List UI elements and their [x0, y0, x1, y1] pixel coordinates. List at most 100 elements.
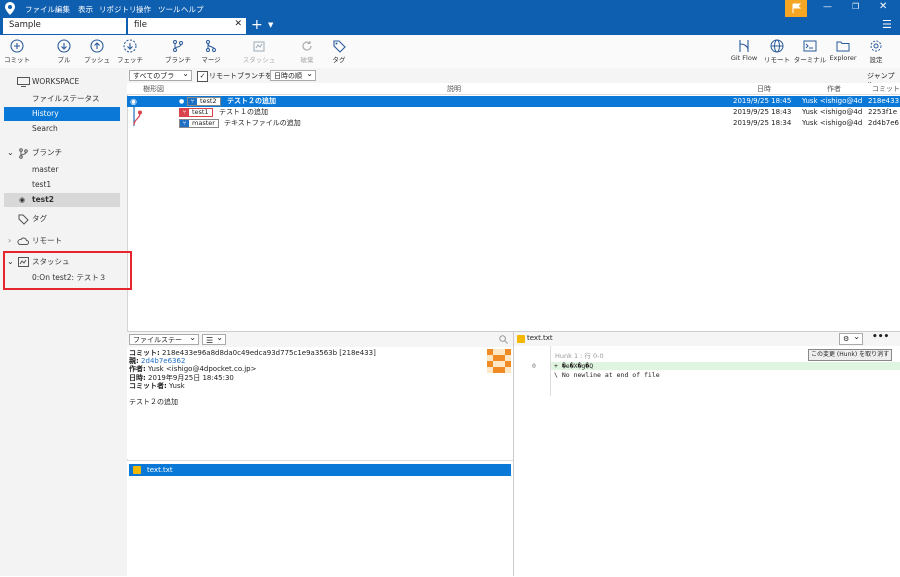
tags-header[interactable]: タグ: [4, 212, 120, 226]
branch-filter-dropdown[interactable]: すべてのブランチ: [129, 68, 192, 91]
commit-button[interactable]: コミット: [0, 37, 34, 64]
monitor-icon: [17, 77, 30, 87]
branch-icon: [173, 40, 183, 52]
terminal-icon: [803, 40, 817, 52]
workspace-label: WORKSPACE: [32, 77, 80, 86]
branches-label: ブランチ: [32, 148, 62, 157]
revert-hunk-label: この変更 (Hunk) を取り消す: [811, 351, 890, 358]
file-name: text.txt: [147, 466, 173, 474]
commit-row[interactable]: ⑂ test1 テスト１の追加 2019/9/25 18:43 Yusk <ish…: [127, 107, 900, 126]
parent-link[interactable]: 2d4b7e6362: [141, 357, 185, 365]
author-label: 作者:: [129, 365, 146, 374]
minimize-button[interactable]: —: [823, 2, 832, 12]
branch-icon: ⑂: [180, 109, 189, 116]
notification-button[interactable]: [785, 0, 807, 17]
sidebar-item-branch-master[interactable]: master: [4, 163, 120, 177]
maximize-button[interactable]: ❐: [852, 2, 859, 11]
close-window-button[interactable]: ✕: [879, 1, 887, 12]
file-list-item[interactable]: text.txt: [129, 464, 511, 476]
push-label: プッシュ: [84, 56, 110, 64]
tab-dropdown-icon[interactable]: ▼: [268, 21, 273, 29]
menu-action[interactable]: 操作: [136, 4, 151, 15]
pull-button[interactable]: プル: [47, 37, 81, 64]
tag-button[interactable]: タグ: [322, 37, 356, 64]
column-commit[interactable]: コミット: [872, 84, 900, 94]
explorer-button[interactable]: Explorer: [826, 37, 860, 62]
sidebar-item-label: test1: [32, 180, 52, 189]
diff-options-dropdown[interactable]: ⚙: [839, 331, 863, 345]
gutter-divider: [550, 346, 551, 396]
terminal-label: ターミナル: [793, 56, 827, 64]
globe-icon: [770, 39, 784, 53]
commit-author: Yusk <ishigo@4dp: [802, 119, 862, 127]
merge-button[interactable]: マージ: [194, 37, 228, 64]
branch-icon: ⑂: [188, 98, 197, 105]
sidebar-item-label: ファイルステータス: [32, 94, 100, 103]
current-branch-icon: ◉: [19, 196, 26, 204]
tab-file[interactable]: file ✕: [128, 18, 246, 34]
sidebar-item-history[interactable]: History: [4, 107, 120, 121]
no-newline-text: \ No newline at end of file: [554, 371, 660, 379]
commit-label: コミット: [4, 56, 30, 64]
merge-label: マージ: [201, 56, 221, 64]
changed-files-list: text.txt: [127, 460, 513, 577]
sidebar: WORKSPACE ファイルステータス History Search ⌄ ブラン…: [0, 68, 132, 576]
committer-label: コミット者:: [129, 381, 167, 390]
git-flow-label: Git Flow: [730, 54, 758, 62]
commit-description: テキストファイルの追加: [224, 119, 301, 127]
app-logo-icon: [5, 2, 15, 15]
show-remote-checkbox[interactable]: ✓: [197, 71, 208, 82]
sidebar-item-file-status[interactable]: ファイルステータス: [4, 92, 120, 106]
menu-tools[interactable]: ツール: [158, 4, 181, 15]
menu-file[interactable]: ファイル: [25, 4, 55, 15]
sidebar-item-label: History: [32, 109, 59, 118]
settings-button[interactable]: 設定: [859, 37, 893, 64]
commit-hash: 218e433: [868, 97, 900, 105]
sidebar-item-branch-test2[interactable]: ◉ test2: [4, 193, 120, 207]
revert-hunk-button[interactable]: この変更 (Hunk) を取り消す: [808, 349, 893, 361]
close-tab-icon[interactable]: ✕: [234, 19, 242, 29]
sidebar-item-branch-test1[interactable]: test1: [4, 178, 120, 192]
fetch-button[interactable]: フェッチ: [113, 37, 147, 64]
remote-button[interactable]: リモート: [760, 37, 794, 64]
commit-row[interactable]: ⑂ master テキストファイルの追加 2019/9/25 18:34 Yusk…: [127, 118, 900, 129]
file-sort-dropdown[interactable]: ファイルステータス順: [129, 332, 199, 355]
view-mode-dropdown[interactable]: ☰: [202, 332, 226, 345]
git-flow-button[interactable]: Git Flow: [727, 37, 761, 62]
order-value: 日時の順: [274, 72, 302, 80]
stash-button[interactable]: スタッシュ: [242, 37, 276, 64]
order-dropdown[interactable]: 日時の順: [270, 68, 316, 81]
branch-button[interactable]: ブランチ: [161, 37, 195, 64]
push-button[interactable]: プッシュ: [80, 37, 114, 64]
add-tab-icon[interactable]: +: [251, 17, 263, 33]
search-icon[interactable]: [499, 335, 508, 344]
remote-label: リモート: [764, 56, 790, 64]
hamburger-menu-icon[interactable]: ☰: [882, 18, 892, 31]
tags-label: タグ: [32, 214, 47, 223]
column-date[interactable]: 日時: [757, 84, 771, 94]
column-author[interactable]: 作者: [827, 84, 841, 94]
discard-label: 破棄: [300, 56, 314, 64]
remote-header[interactable]: › リモート: [4, 234, 120, 248]
discard-button[interactable]: 破棄: [290, 37, 324, 64]
settings-label: 設定: [869, 56, 883, 64]
terminal-button[interactable]: ターミナル: [793, 37, 827, 64]
menu-repository[interactable]: リポジトリ: [99, 4, 137, 15]
menu-edit[interactable]: 編集: [55, 4, 70, 15]
sidebar-item-search[interactable]: Search: [4, 122, 120, 136]
commit-row[interactable]: ◉ ● ⑂ test2 テスト２の追加 2019/9/25 18:45 Yusk …: [127, 96, 900, 107]
history-filter-bar: すべてのブランチ ✓ リモートブランチを表示 日時の順 ジャンプ先:: [127, 68, 900, 91]
more-options-icon[interactable]: •••: [872, 332, 889, 342]
menu-view[interactable]: 表示: [78, 4, 93, 15]
branches-header[interactable]: ⌄ ブランチ: [4, 146, 120, 160]
column-graph[interactable]: 樹形図: [143, 84, 164, 94]
commit-description: テスト１の追加: [219, 108, 268, 116]
file-panel-toolbar: ファイルステータス順 ☰: [127, 332, 513, 355]
branch-icon: [19, 148, 28, 159]
menu-help[interactable]: ヘルプ: [181, 4, 204, 15]
sidebar-item-label: master: [32, 165, 59, 174]
column-description[interactable]: 説明: [447, 84, 461, 94]
tab-sample[interactable]: Sample: [3, 18, 126, 34]
discard-icon: [302, 41, 312, 51]
commit-author: Yusk <ishigo@4dp: [802, 97, 862, 105]
